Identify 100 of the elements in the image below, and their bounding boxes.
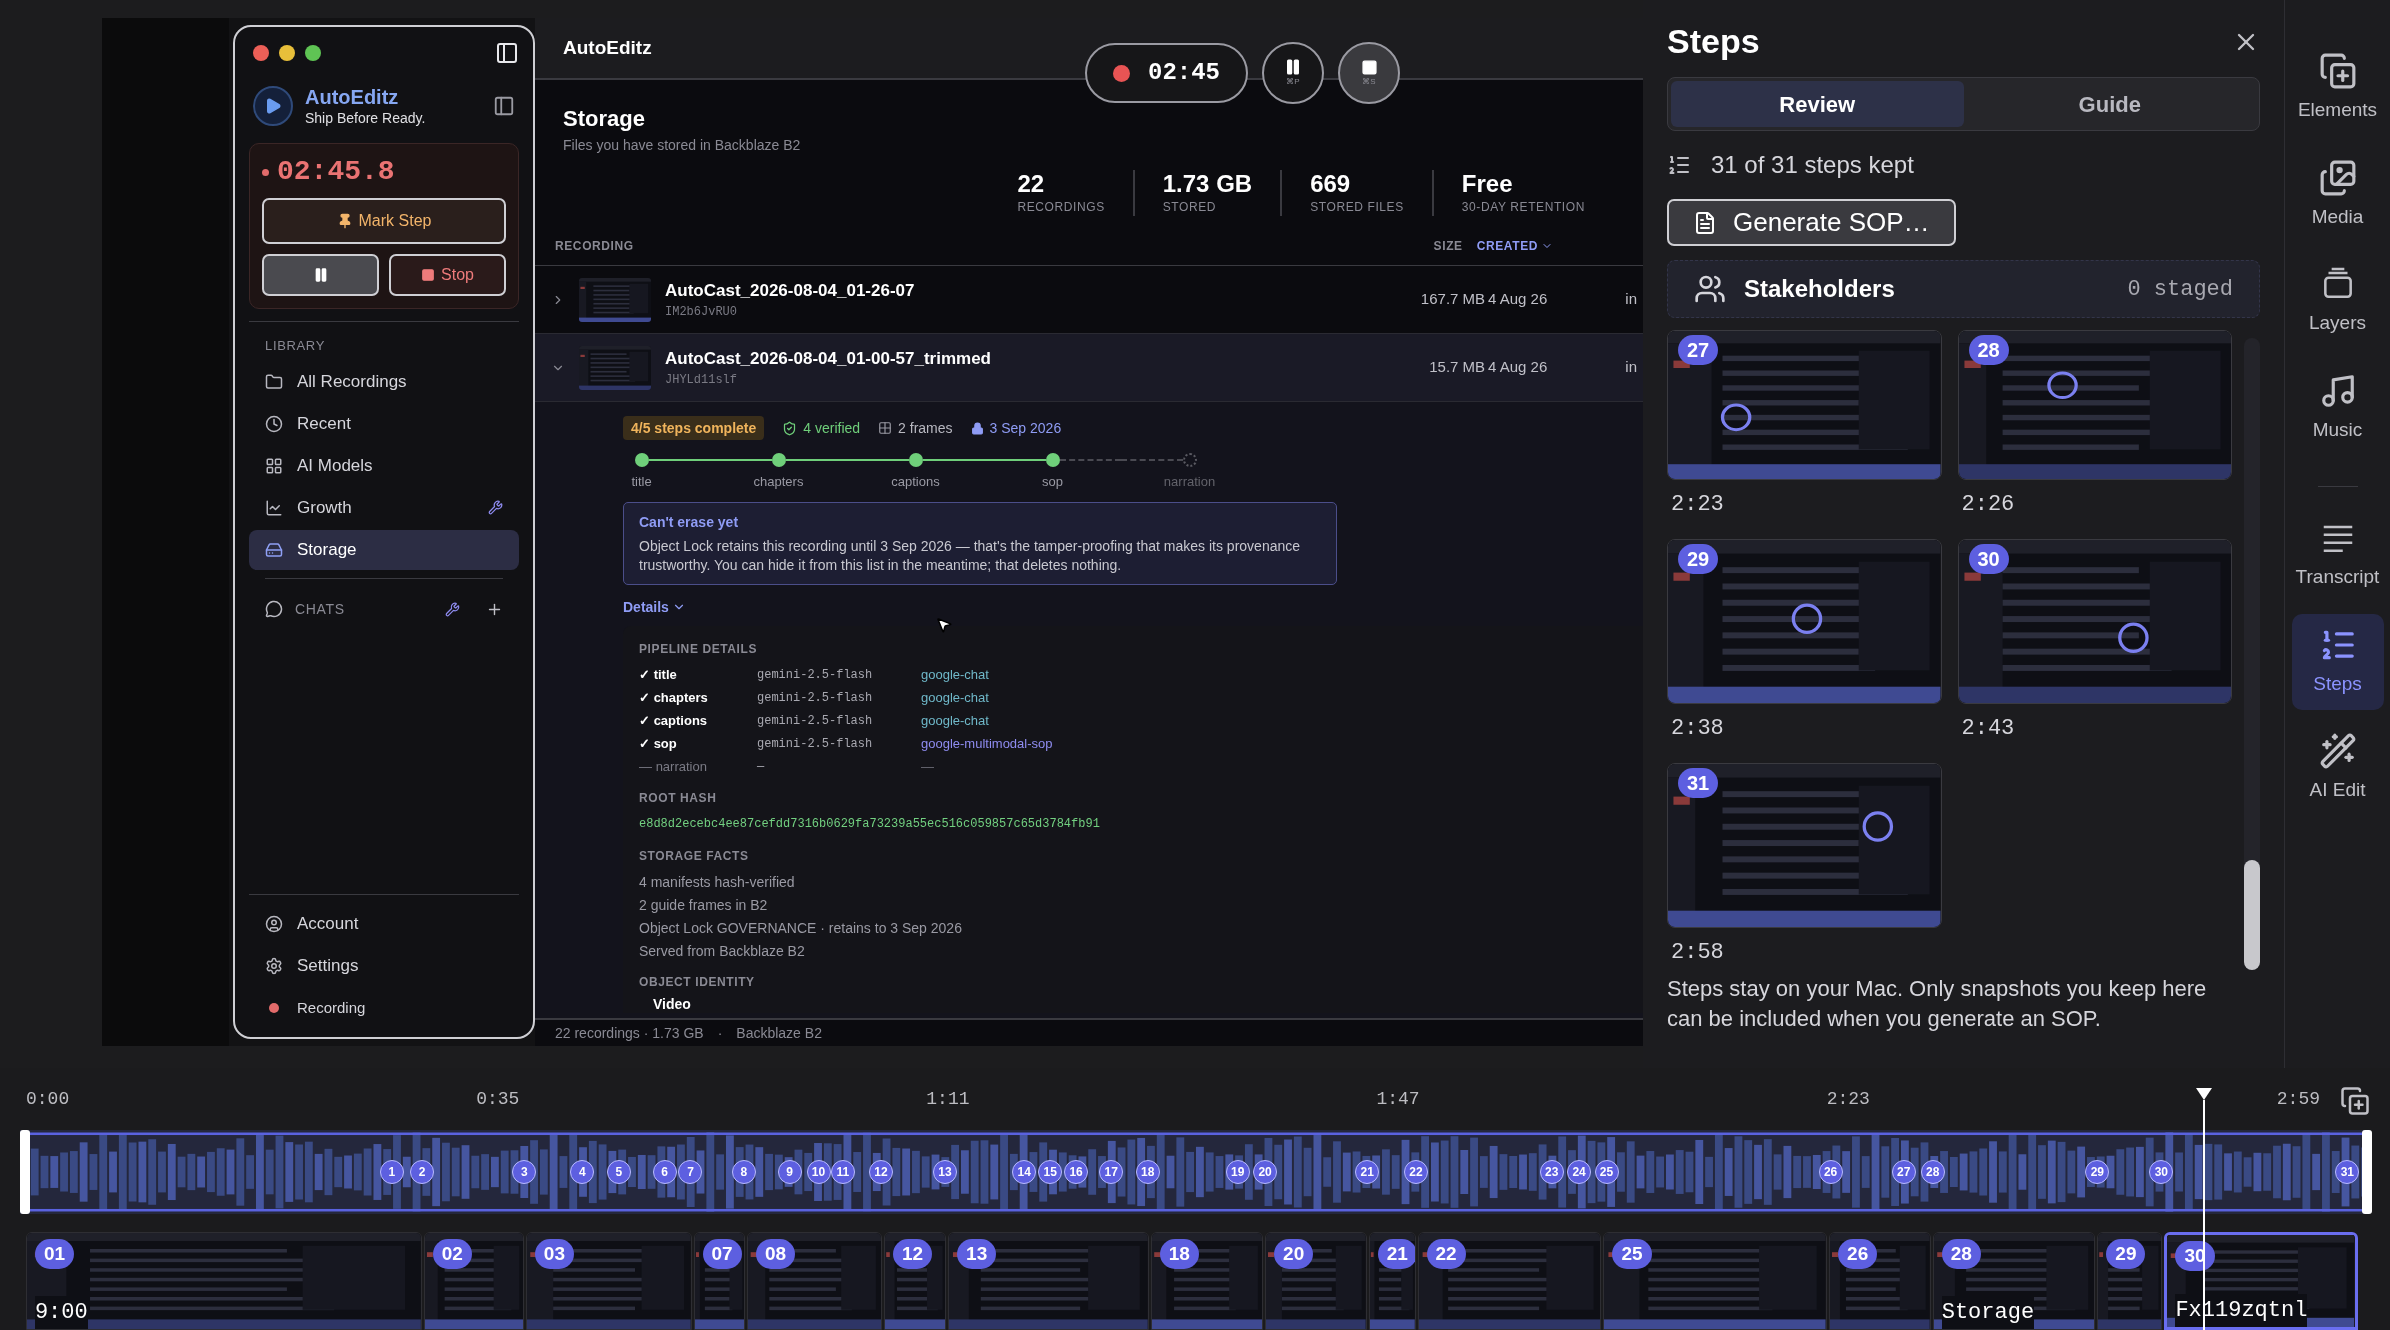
time-tick: 2:59 (2276, 1087, 2320, 1111)
sidebar-item[interactable]: All Recordings (249, 361, 519, 402)
sidebar-toggle-icon[interactable] (495, 41, 519, 65)
section-heading: LIBRARY (264, 337, 326, 355)
rail-button[interactable]: Steps (2291, 613, 2384, 710)
clip-caption: 9:00 (34, 1296, 88, 1329)
sidebar-item[interactable]: Recent (249, 403, 519, 444)
rail-button[interactable]: Music (2291, 359, 2384, 456)
trim-handle[interactable] (2362, 1130, 2372, 1214)
verified-label: 4 verified (803, 418, 861, 438)
clip-thumbnail[interactable]: 25 (1603, 1232, 1828, 1330)
scrollbar-thumb[interactable] (2244, 860, 2260, 970)
stat-value: Free (1461, 170, 1514, 198)
notice-text: Object Lock retains this recording until 3 Sep 2026 — that's the tamper-proofing that makes its provenance trustworthy. You can hide it from this list in the meantime; that deletes nothing. (639, 536, 1302, 575)
rail-button[interactable]: AI Edit (2291, 720, 2384, 817)
clip-thumbnail[interactable]: 29 (2097, 1232, 2163, 1330)
pause-button[interactable] (262, 254, 379, 296)
recording-time: 02:45 (1148, 58, 1220, 88)
size-cell-text: 15.7 MB (1429, 357, 1486, 378)
tools-icon[interactable] (488, 500, 503, 515)
item-icon (265, 456, 283, 475)
clip-thumbnail[interactable]: 12 (884, 1232, 947, 1330)
minimize-window-button[interactable] (279, 45, 295, 61)
size-cell-text: 167.7 MB (1420, 289, 1486, 310)
shield-check-icon (782, 420, 798, 436)
zoom-window-button[interactable] (305, 45, 321, 61)
clip-thumbnail[interactable]: 01 9:00 (25, 1232, 422, 1330)
time-tick: 1:11 (926, 1087, 970, 1111)
images-icon (2318, 158, 2357, 197)
step-name: — narration (639, 758, 708, 777)
footer-item[interactable]: Account (249, 903, 519, 945)
numbered-list-icon (1667, 153, 1691, 177)
details-toggle[interactable]: Details (623, 596, 686, 618)
clip-thumbnail[interactable]: 13 (948, 1232, 1149, 1330)
sidebar-item[interactable]: Storage (249, 529, 519, 570)
generate-sop-button[interactable]: Generate SOP… (1667, 199, 1956, 246)
step-name: ✓ captions (639, 712, 709, 731)
chat-icon (265, 600, 283, 618)
model-name: gemini-2.5-flash (757, 713, 874, 730)
step-label: captions (891, 473, 940, 491)
footer-item[interactable]: Settings (249, 945, 519, 987)
clip-thumbnail[interactable]: 08 (746, 1232, 883, 1330)
rail-button[interactable]: Elements (2291, 40, 2384, 137)
stop-icon (1360, 58, 1378, 76)
add-clip-icon[interactable] (2340, 1086, 2370, 1116)
stat-label: STORED FILES (1310, 199, 1404, 216)
panel-icon[interactable] (493, 95, 515, 117)
stat-label: STORED (1162, 199, 1218, 216)
rail-button[interactable]: Media (2291, 146, 2384, 243)
time-tick: 0:35 (476, 1087, 520, 1111)
clip-thumbnail[interactable]: 28 Storage (1932, 1232, 2096, 1330)
item-label: Settings (297, 955, 359, 978)
clip-thumbnail[interactable]: 26 (1829, 1232, 1931, 1330)
time-tick: 0:00 (26, 1087, 70, 1111)
recording-row[interactable]: AutoCast_2026-08-04_01-00-57_trimmed JHYLd11slf 15.7 MB 4 Aug 26 in (535, 334, 1643, 402)
step-label: title (631, 473, 652, 491)
clip-thumbnail[interactable]: 20 (1265, 1232, 1367, 1330)
tab[interactable]: Review (1671, 81, 1964, 127)
storage-fact: 2 guide frames in B2 (639, 895, 769, 915)
pause-icon (1284, 58, 1302, 76)
close-window-button[interactable] (253, 45, 269, 61)
clip-thumbnail[interactable]: 03 (525, 1232, 692, 1330)
sidebar-item[interactable]: AI Models (249, 445, 519, 486)
brand-name: AutoEditz (305, 85, 400, 109)
rail-button[interactable]: Transcript (2291, 507, 2384, 604)
item-label: Growth (297, 496, 353, 519)
steps-count: 31 of 31 steps kept (1711, 150, 1914, 180)
copy-plus-icon (2318, 52, 2357, 90)
section-heading: STORAGE FACTS (639, 847, 750, 865)
retention-date: 3 Sep 2026 (989, 418, 1062, 438)
provider-name: google-chat (921, 666, 989, 685)
mark-step-button[interactable]: Mark Step (262, 198, 506, 244)
section-heading: CHATS (295, 599, 346, 619)
status-summary: 22 recordings · 1.73 GB (555, 1023, 704, 1043)
clip-thumbnail[interactable]: 02 (423, 1232, 524, 1330)
stakeholders-row[interactable]: Stakeholders 0 staged (1667, 260, 2260, 318)
stop-button[interactable]: Stop (389, 254, 506, 296)
provider-name: google-chat (921, 689, 989, 708)
sidebar-item[interactable]: Growth (249, 487, 519, 528)
step-name: ✓ title (639, 666, 678, 685)
recording-id: JHYLd11slf (665, 372, 738, 390)
clip-thumbnail[interactable]: 21 (1368, 1232, 1416, 1330)
document-icon (1693, 210, 1717, 235)
tools-icon[interactable] (445, 601, 460, 617)
item-label: Recent (297, 412, 352, 435)
clip-thumbnail[interactable]: 22 (1417, 1232, 1602, 1330)
storage-fact: 4 manifests hash-verified (639, 872, 796, 892)
frames-label: 2 frames (898, 418, 953, 438)
clip-thumbnail[interactable]: 07 (693, 1232, 745, 1330)
trim-handle[interactable] (20, 1130, 30, 1214)
section-heading: OBJECT IDENTITY (639, 973, 756, 991)
column-header[interactable]: SIZE (1433, 236, 1463, 255)
clip-thumbnail[interactable]: 18 (1150, 1232, 1264, 1330)
time-tick: 2:23 (1826, 1087, 1870, 1111)
column-header[interactable]: CREATED (1476, 236, 1553, 255)
item-label: Account (297, 913, 359, 936)
column-header[interactable]: RECORDING (555, 236, 1420, 255)
tab[interactable]: Guide (1963, 81, 2256, 127)
rail-button[interactable]: Layers (2291, 253, 2384, 350)
step-time: 2:38 (1670, 715, 1725, 743)
